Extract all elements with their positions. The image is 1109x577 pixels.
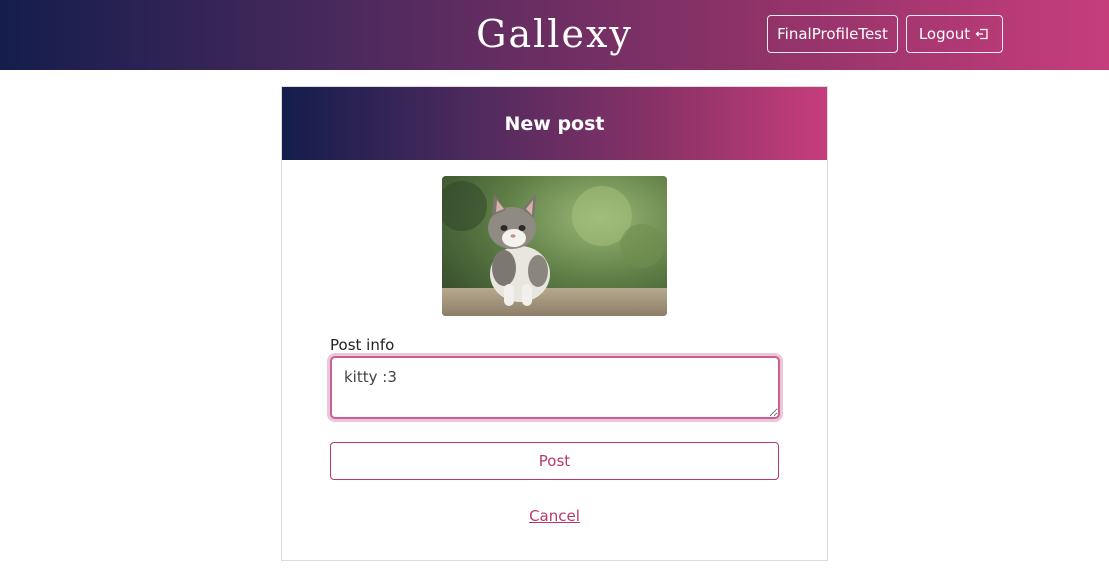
top-navbar: Gallexy FinalProfileTest Logout [0,0,1109,70]
post-image-preview [442,176,667,316]
nav-actions: FinalProfileTest Logout [767,15,1003,53]
logout-label: Logout [918,25,971,43]
cancel-link[interactable]: Cancel [529,507,580,525]
post-info-textarea[interactable]: kitty :3 [330,356,780,419]
cancel-link-wrapper: Cancel [282,507,827,525]
profile-button[interactable]: FinalProfileTest [767,15,898,53]
new-post-card: New post Post info kitty:3 Post Cancel [281,86,828,561]
logout-icon [974,26,990,42]
post-info-label: Post info [330,336,395,354]
post-button[interactable]: Post [330,442,779,480]
logout-button[interactable]: Logout [906,15,1003,53]
card-title: New post [504,112,605,135]
card-header: New post [282,87,827,160]
